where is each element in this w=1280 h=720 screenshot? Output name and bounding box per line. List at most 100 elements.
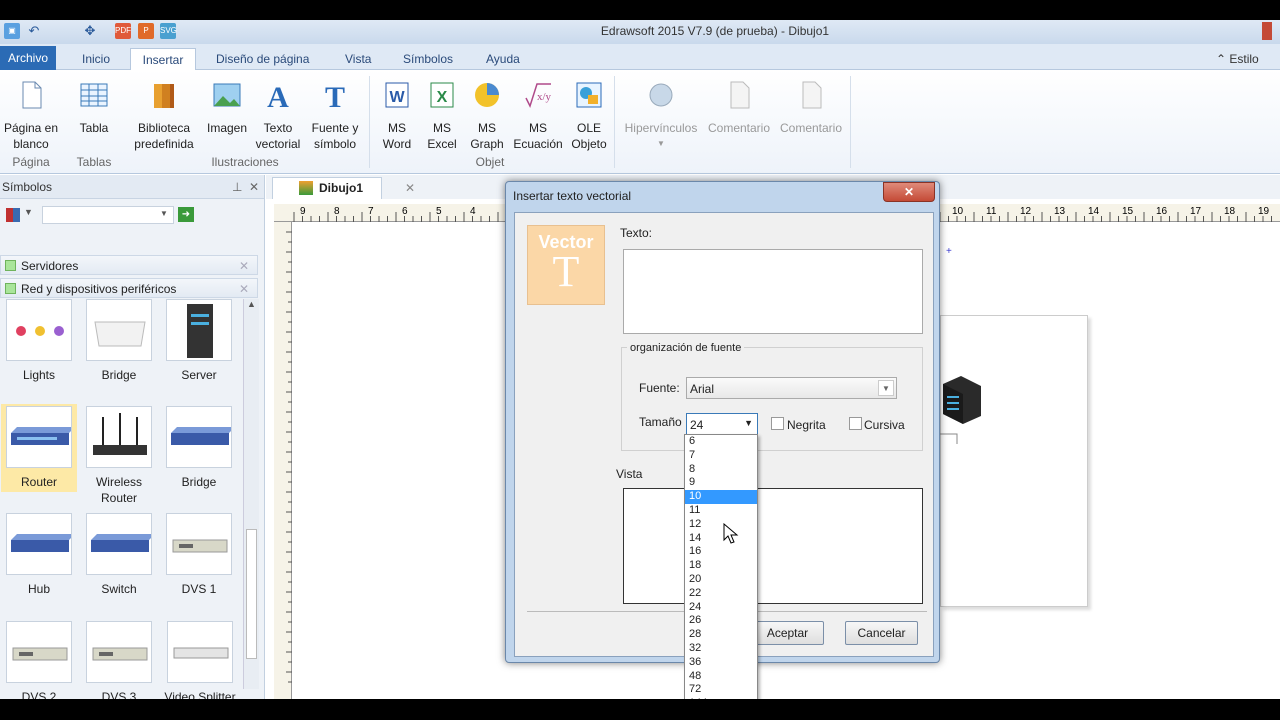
- dvs3-thumbnail: [86, 621, 152, 683]
- size-option[interactable]: 11: [685, 504, 757, 518]
- symbol-wireless-router[interactable]: Wireless Router: [83, 406, 155, 506]
- pin-icon[interactable]: ⊥: [232, 175, 242, 199]
- tab-insertar[interactable]: Insertar: [130, 48, 196, 70]
- symbols-scrollbar[interactable]: ▲: [243, 299, 259, 689]
- symbol-dvs2[interactable]: DVS 2: [3, 621, 75, 699]
- hyperlinks-button[interactable]: Hipervínculos ▼: [620, 80, 702, 152]
- scrollbar-thumb[interactable]: [246, 529, 257, 659]
- chevron-down-icon[interactable]: ▼: [160, 209, 168, 218]
- size-option[interactable]: 12: [685, 518, 757, 532]
- server-thumbnail: [166, 299, 232, 361]
- ms-equation-button[interactable]: x/y MS Ecuación: [508, 80, 568, 152]
- size-option[interactable]: 22: [685, 587, 757, 601]
- close-window-icon[interactable]: [1262, 22, 1272, 40]
- size-option[interactable]: 9: [685, 476, 757, 490]
- size-option[interactable]: 24: [685, 601, 757, 615]
- hub-thumbnail: [6, 513, 72, 575]
- tab-archivo[interactable]: Archivo: [0, 46, 57, 70]
- close-icon[interactable]: ✕: [405, 178, 415, 198]
- bold-checkbox[interactable]: [771, 417, 784, 430]
- category-red-dispositivos[interactable]: Red y dispositivos periféricos ✕: [0, 278, 258, 298]
- vector-text-label-2: vectorial: [255, 137, 301, 151]
- tab-diseno-de-pagina[interactable]: Diseño de página: [206, 48, 319, 70]
- svg-text:T: T: [325, 81, 345, 110]
- size-option[interactable]: 6: [685, 435, 757, 449]
- size-option[interactable]: 20: [685, 573, 757, 587]
- symbol-server[interactable]: Server: [163, 299, 235, 383]
- symbol-bridge[interactable]: Bridge: [83, 299, 155, 383]
- symbol-hub[interactable]: Hub: [3, 513, 75, 597]
- server-shape[interactable]: [935, 372, 985, 444]
- image-button[interactable]: Imagen: [202, 80, 252, 136]
- size-option[interactable]: 14: [685, 532, 757, 546]
- size-dropdown-list[interactable]: 6789101112141618202224262832364872144: [684, 434, 758, 699]
- comment-button-2[interactable]: Comentario: [775, 80, 847, 136]
- ole-object-button[interactable]: OLE Objeto: [566, 80, 612, 152]
- tab-simbolos[interactable]: Símbolos: [393, 48, 463, 70]
- italic-label: Cursiva: [864, 418, 905, 432]
- group-pagina: Página: [12, 155, 50, 169]
- symbol-dvs3[interactable]: DVS 3: [83, 621, 155, 699]
- comment-button[interactable]: Comentario: [704, 80, 774, 136]
- size-option[interactable]: 32: [685, 642, 757, 656]
- size-option[interactable]: 28: [685, 628, 757, 642]
- chevron-down-icon[interactable]: ▼: [24, 207, 33, 217]
- blank-page-button[interactable]: Página en blanco: [2, 80, 60, 152]
- size-option[interactable]: 72: [685, 683, 757, 697]
- category-servidores[interactable]: Servidores ✕: [0, 255, 258, 275]
- symbol-dvs1[interactable]: DVS 1: [163, 513, 235, 597]
- symbol-lights[interactable]: Lights: [3, 299, 75, 383]
- size-option[interactable]: 10: [685, 490, 757, 504]
- tab-vista[interactable]: Vista: [335, 48, 381, 70]
- size-option[interactable]: 7: [685, 449, 757, 463]
- close-icon[interactable]: ✕: [249, 175, 259, 199]
- size-select[interactable]: 24 ▼: [686, 413, 758, 435]
- font-symbol-label-2: símbolo: [313, 137, 357, 151]
- scroll-up-icon[interactable]: ▲: [247, 299, 256, 309]
- ms-excel-label: MS: [433, 121, 451, 135]
- size-option[interactable]: 26: [685, 614, 757, 628]
- drawing-page[interactable]: [935, 315, 1088, 607]
- cancel-button[interactable]: Cancelar: [845, 621, 918, 645]
- go-arrow-icon[interactable]: ➜: [178, 207, 194, 222]
- library-search-input[interactable]: [42, 206, 174, 224]
- category-label: Servidores: [21, 259, 79, 273]
- symbol-video-splitter[interactable]: Video Splitter: [160, 621, 240, 699]
- symbol-bridge-2[interactable]: Bridge: [163, 406, 235, 490]
- ms-excel-button[interactable]: X MS Excel: [420, 80, 464, 152]
- title-bar: ▣ ↶ ✥ PDF P SVG Edrawsoft 2015 V7.9 (de …: [0, 20, 1280, 44]
- comment-icon: [730, 81, 750, 109]
- symbol-switch[interactable]: Switch: [83, 513, 155, 597]
- symbol-label: DVS 2: [21, 690, 57, 699]
- ms-word-button[interactable]: W MS Word: [374, 80, 420, 152]
- hyperlinks-label: Hipervínculos: [624, 121, 698, 135]
- close-icon[interactable]: ✕: [239, 279, 249, 299]
- size-option[interactable]: 18: [685, 559, 757, 573]
- tab-ayuda[interactable]: Ayuda: [476, 48, 530, 70]
- text-input[interactable]: [623, 249, 923, 334]
- ole-object-label-2: Objeto: [571, 137, 607, 151]
- vertical-ruler: [274, 222, 292, 699]
- symbol-router[interactable]: Router: [1, 404, 77, 492]
- size-option[interactable]: 16: [685, 545, 757, 559]
- tab-dibujo1[interactable]: Dibujo1 ✕: [272, 177, 415, 199]
- style-menu[interactable]: ⌃ Estilo: [1206, 48, 1269, 70]
- vector-text-button[interactable]: A Texto vectorial: [252, 80, 304, 152]
- ruler-label: 5: [436, 206, 442, 217]
- ms-graph-button[interactable]: MS Graph: [464, 80, 510, 152]
- close-icon[interactable]: ✕: [239, 256, 249, 276]
- size-option[interactable]: 36: [685, 656, 757, 670]
- font-symbol-button[interactable]: T Fuente y símbolo: [306, 80, 364, 152]
- font-select[interactable]: Arial ▼: [686, 377, 897, 399]
- table-button[interactable]: Tabla: [70, 80, 118, 136]
- size-option[interactable]: 48: [685, 670, 757, 684]
- italic-checkbox[interactable]: [849, 417, 862, 430]
- tab-inicio[interactable]: Inicio: [72, 48, 120, 70]
- library-button[interactable]: Biblioteca predefinida: [128, 80, 200, 152]
- library-menu-icon[interactable]: [6, 208, 20, 222]
- size-option[interactable]: 8: [685, 463, 757, 477]
- dialog-close-button[interactable]: ✕: [883, 182, 935, 202]
- accept-button[interactable]: Aceptar: [751, 621, 824, 645]
- size-option[interactable]: 144: [685, 697, 757, 699]
- font-symbol-icon: T: [325, 81, 345, 114]
